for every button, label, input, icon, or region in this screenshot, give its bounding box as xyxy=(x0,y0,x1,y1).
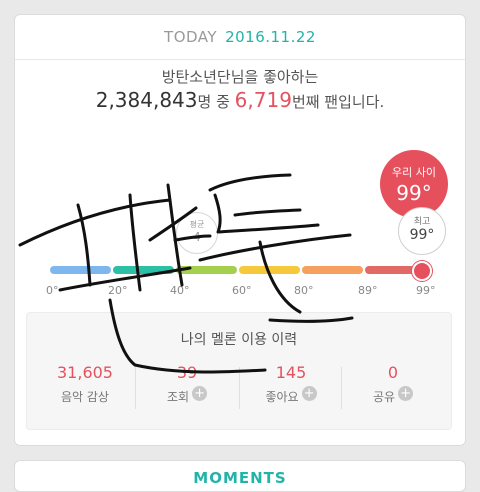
fan-rank-suffix: 번째 팬입니다. xyxy=(291,93,385,111)
temperature-segment xyxy=(50,266,111,274)
stat-likes-value: 145 xyxy=(275,363,307,382)
plus-icon[interactable]: + xyxy=(192,386,208,401)
stat-divider xyxy=(135,367,136,409)
fan-rank-line: 2,384,843명 중 6,719번째 팬입니다. xyxy=(0,88,480,112)
stat-listens-value: 31,605 xyxy=(57,363,113,382)
temperature-segment xyxy=(239,266,300,274)
max-temperature-value: 99° xyxy=(409,227,435,243)
plus-icon[interactable]: + xyxy=(301,386,317,401)
today-label: TODAY xyxy=(164,28,218,46)
temperature-bar xyxy=(50,266,426,274)
stat-shares[interactable]: 0 공유 + xyxy=(343,363,443,405)
current-temperature-label: 우리 사이 xyxy=(392,166,436,179)
max-temperature-label: 최고 xyxy=(413,217,431,227)
stat-views-value: 39 xyxy=(176,363,198,382)
tick-label: 89° xyxy=(358,284,378,297)
temperature-segment xyxy=(176,266,237,274)
average-temperature-value: 4 xyxy=(193,230,201,244)
usage-history-title: 나의 멜론 이용 이력 xyxy=(180,332,298,348)
stat-shares-label: 공유 xyxy=(372,390,396,404)
temperature-segment xyxy=(113,266,174,274)
max-temperature-bubble: 최고 99° xyxy=(398,207,446,255)
average-temperature-label: 평균 xyxy=(189,220,205,229)
fan-rank: 6,719 xyxy=(234,88,292,112)
average-temperature-bubble: 평균 4 xyxy=(176,212,218,254)
stat-views-label: 조회 xyxy=(166,390,190,404)
stat-shares-value: 0 xyxy=(387,363,399,382)
tick-label: 40° xyxy=(170,284,190,297)
moments-card[interactable]: MOMENTS xyxy=(14,460,466,492)
temperature-marker xyxy=(412,261,432,281)
fan-intro: 방탄소년단님을 좋아하는 xyxy=(161,68,319,86)
stat-listens: 31,605 음악 감상 xyxy=(35,363,135,405)
stat-divider xyxy=(239,367,240,409)
usage-history-panel: 나의 멜론 이용 이력 31,605 음악 감상 39 조회 + 145 좋아요 +… xyxy=(26,312,452,430)
moments-title: MOMENTS xyxy=(193,469,287,487)
current-temperature-value: 99° xyxy=(396,181,432,205)
today-header: TODAY 2016.11.22 xyxy=(15,15,465,60)
tick-label: 60° xyxy=(232,284,252,297)
stat-views[interactable]: 39 조회 + xyxy=(137,363,237,405)
temperature-segment xyxy=(302,266,363,274)
today-date: 2016.11.22 xyxy=(225,28,316,46)
tick-label: 99° xyxy=(416,284,436,297)
total-fans: 2,384,843 xyxy=(95,88,198,112)
tick-label: 20° xyxy=(108,284,128,297)
stat-divider xyxy=(341,367,342,409)
tick-label: 80° xyxy=(294,284,314,297)
tick-label: 0° xyxy=(46,284,59,297)
plus-icon[interactable]: + xyxy=(398,386,414,401)
stat-listens-label: 음악 감상 xyxy=(61,390,109,404)
stat-likes[interactable]: 145 좋아요 + xyxy=(241,363,341,405)
stat-likes-label: 좋아요 xyxy=(265,390,299,404)
total-fans-unit: 명 중 xyxy=(197,93,230,111)
